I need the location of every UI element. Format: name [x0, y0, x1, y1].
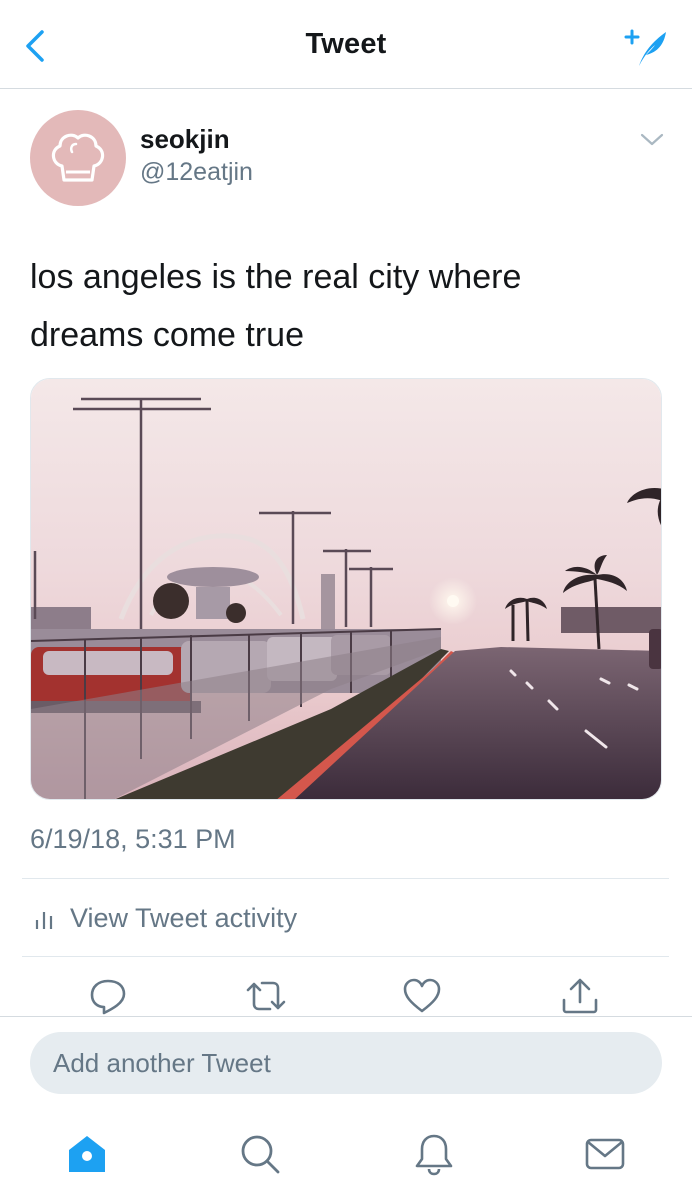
- author-display-name[interactable]: seokjin: [140, 124, 230, 155]
- home-icon: [69, 1136, 105, 1172]
- like-icon: [403, 978, 441, 1013]
- page-title: Tweet: [305, 28, 387, 60]
- retweet-icon: [246, 981, 286, 1011]
- tab-home[interactable]: [65, 1132, 109, 1176]
- tab-messages[interactable]: [583, 1132, 627, 1176]
- airport-sunset-photo: [31, 379, 661, 799]
- share-button[interactable]: [560, 976, 600, 1016]
- divider: [22, 956, 669, 957]
- avatar[interactable]: [30, 110, 126, 206]
- top-navigation-bar: Tweet: [0, 0, 692, 89]
- notifications-icon: [415, 1134, 453, 1176]
- add-another-tweet-input[interactable]: Add another Tweet: [30, 1032, 662, 1094]
- messages-icon: [585, 1138, 625, 1170]
- reply-button[interactable]: [88, 976, 128, 1016]
- tweet-timestamp: 6/19/18, 5:31 PM: [30, 824, 236, 854]
- tab-search[interactable]: [238, 1132, 282, 1176]
- divider: [22, 878, 669, 879]
- view-tweet-activity-label: View Tweet activity: [70, 903, 298, 933]
- tweet-text-line: dreams come true: [30, 316, 304, 354]
- compose-tweet-button[interactable]: [622, 24, 670, 70]
- author-handle[interactable]: @12eatjin: [140, 158, 253, 187]
- like-button[interactable]: [402, 976, 442, 1016]
- chef-hat-icon: [51, 133, 105, 182]
- tweet-text: los angeles is the real city where dream…: [30, 248, 650, 364]
- share-icon: [562, 978, 598, 1014]
- retweet-button[interactable]: [244, 976, 286, 1016]
- add-another-tweet-placeholder: Add another Tweet: [53, 1048, 271, 1078]
- bar-chart-icon: [35, 912, 53, 929]
- tweet-photo[interactable]: [30, 378, 662, 800]
- tweet-text-line: los angeles is the real city where: [30, 258, 522, 296]
- tweet-options-button[interactable]: [638, 128, 666, 150]
- search-icon: [241, 1135, 280, 1174]
- reply-icon: [90, 979, 126, 1015]
- tab-notifications[interactable]: [412, 1132, 456, 1176]
- compose-tweet-icon: [624, 29, 666, 66]
- chevron-down-icon: [640, 133, 664, 146]
